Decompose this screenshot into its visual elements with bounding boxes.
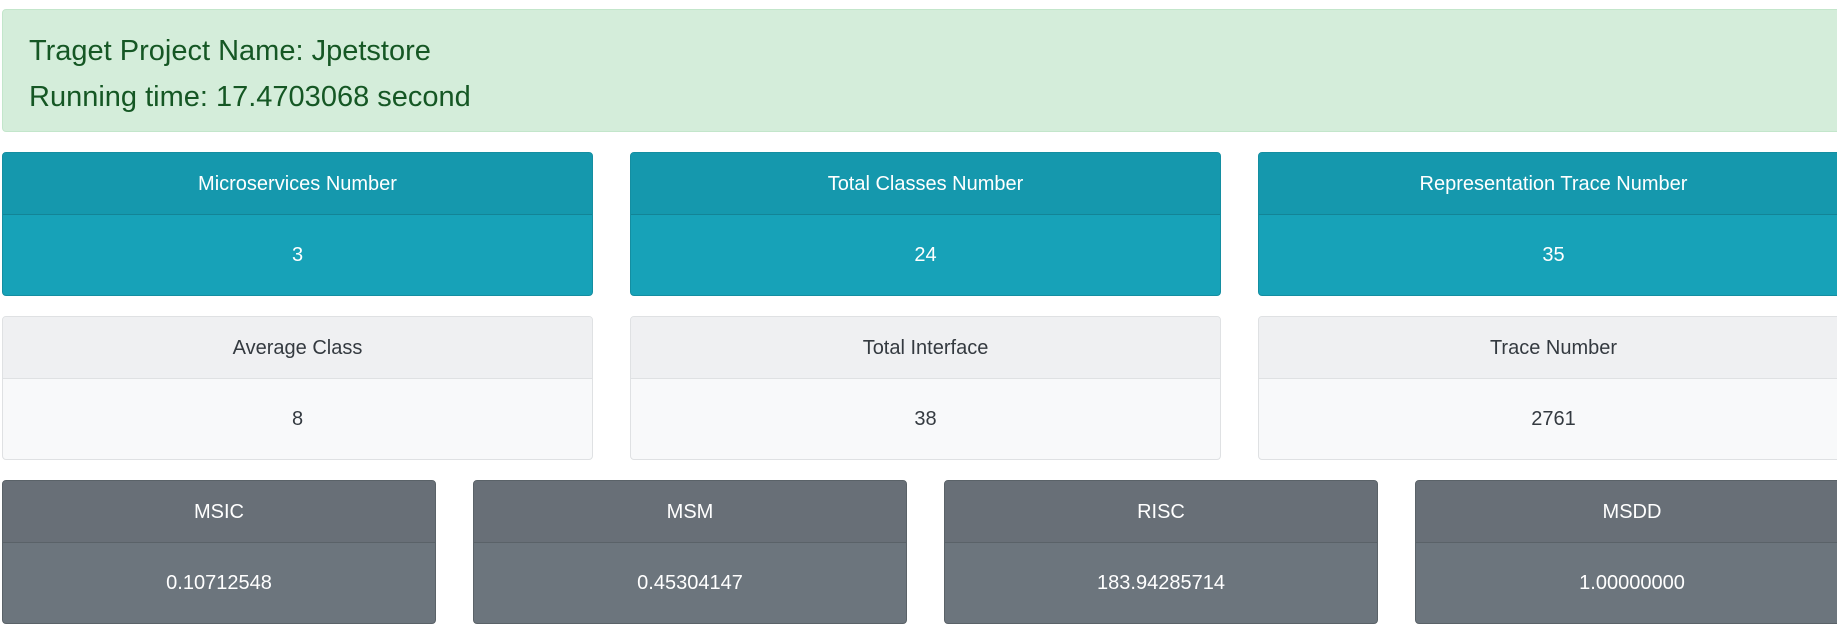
card-msdd: MSDD 1.00000000	[1415, 480, 1837, 624]
card-header: Total Classes Number	[631, 153, 1220, 215]
card-header: MSIC	[3, 481, 435, 543]
card-header: RISC	[945, 481, 1377, 543]
card-header: Trace Number	[1259, 317, 1837, 379]
project-summary-alert: Traget Project Name: Jpetstore Running t…	[2, 9, 1837, 132]
card-value: 38	[914, 408, 937, 430]
card-microservices-number: Microservices Number 3	[2, 152, 593, 296]
card-value: 24	[914, 244, 937, 266]
card-value: 8	[291, 408, 304, 430]
metrics-page: Traget Project Name: Jpetstore Running t…	[0, 0, 1837, 625]
card-value: 35	[1542, 244, 1565, 266]
card-header: MSDD	[1416, 481, 1837, 543]
card-risc: RISC 183.94285714	[944, 480, 1378, 624]
card-representation-trace-number: Representation Trace Number 35	[1258, 152, 1837, 296]
card-msm: MSM 0.45304147	[473, 480, 907, 624]
card-value: 0.10712548	[166, 572, 272, 594]
card-msic: MSIC 0.10712548	[2, 480, 436, 624]
card-value: 2761	[1531, 408, 1576, 430]
card-value: 3	[291, 244, 304, 266]
running-time-text: Running time: 17.4703068 second	[29, 81, 471, 113]
card-value: 0.45304147	[637, 572, 743, 594]
project-name-text: Traget Project Name: Jpetstore	[29, 35, 431, 67]
card-header: Representation Trace Number	[1259, 153, 1837, 215]
card-total-interface: Total Interface 38	[630, 316, 1221, 460]
card-value: 183.94285714	[1097, 572, 1225, 594]
card-header: Average Class	[3, 317, 592, 379]
card-header: MSM	[474, 481, 906, 543]
card-header: Total Interface	[631, 317, 1220, 379]
card-average-class: Average Class 8	[2, 316, 593, 460]
card-trace-number: Trace Number 2761	[1258, 316, 1837, 460]
card-value: 1.00000000	[1579, 572, 1685, 594]
card-header: Microservices Number	[3, 153, 592, 215]
card-total-classes-number: Total Classes Number 24	[630, 152, 1221, 296]
